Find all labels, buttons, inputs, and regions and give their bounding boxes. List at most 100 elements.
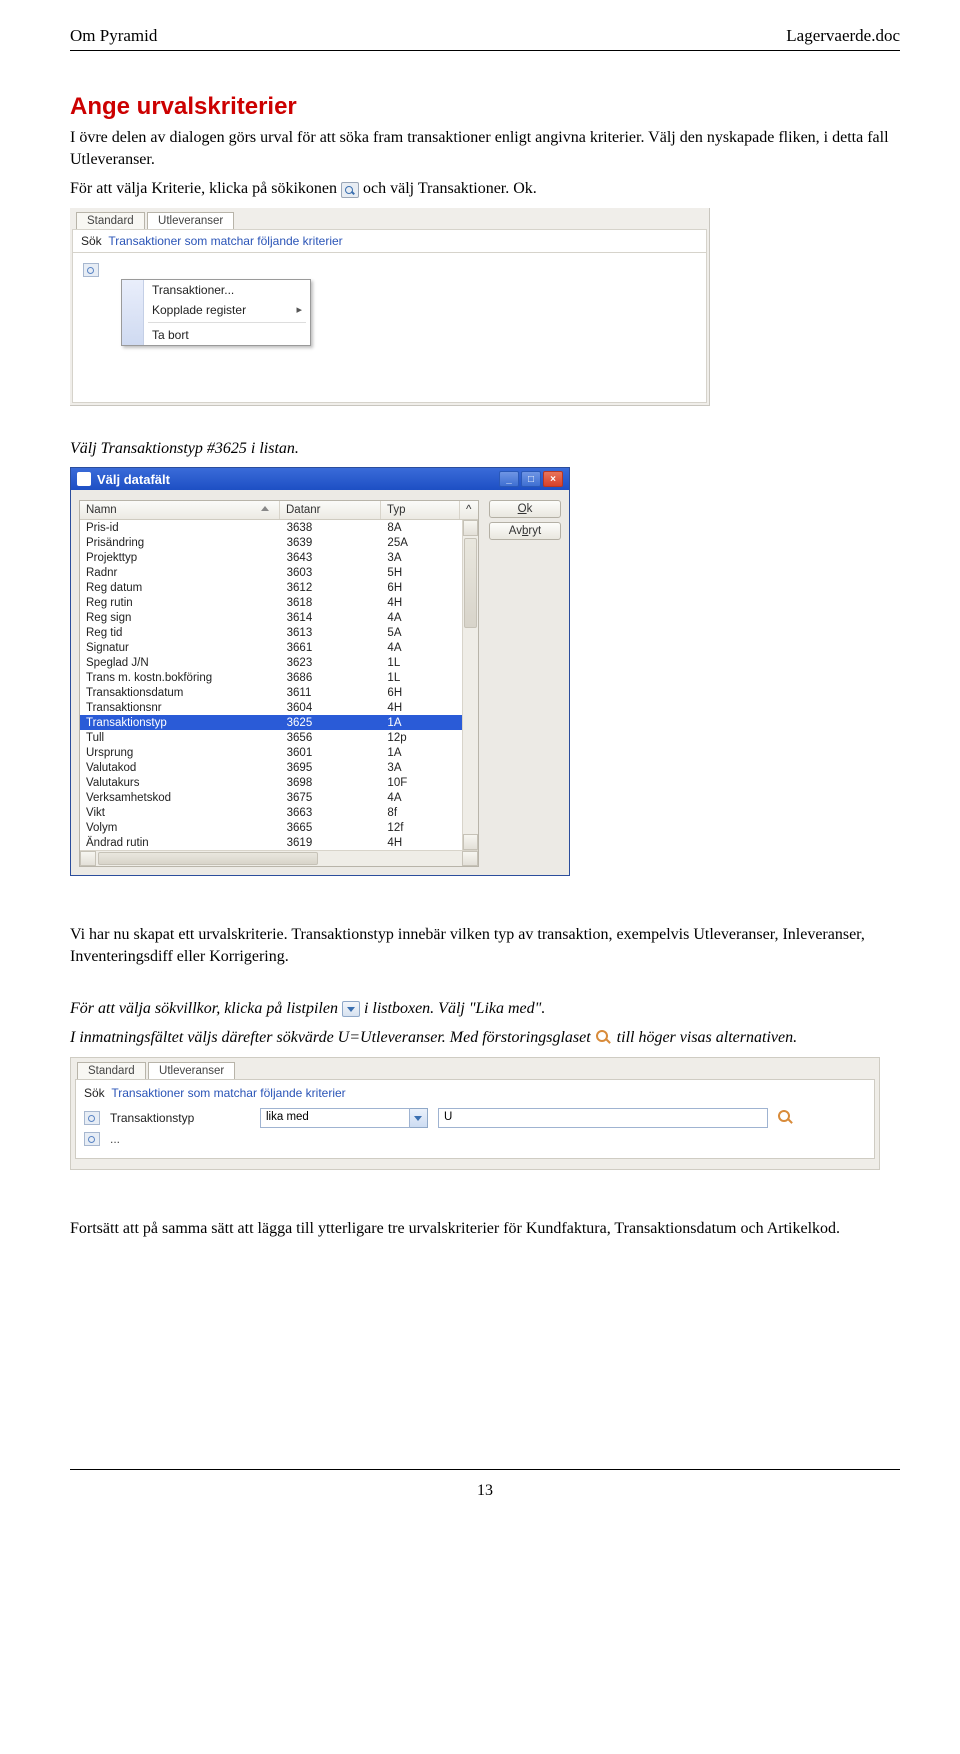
- cell-typ: 1A: [381, 745, 460, 760]
- scroll-down-button[interactable]: [463, 834, 478, 850]
- header-right: Lagervaerde.doc: [786, 26, 900, 46]
- list-row[interactable]: Valutakurs369810F: [80, 775, 478, 790]
- value-field[interactable]: U: [438, 1108, 768, 1128]
- cell-nr: 3639: [281, 535, 382, 550]
- cell-name: Pris-id: [80, 520, 281, 535]
- list-row[interactable]: Tull365612p: [80, 730, 478, 745]
- paragraph-created-criteria: Vi har nu skapat ett urvalskriterie. Tra…: [70, 924, 900, 967]
- caption-magnifier: I inmatningsfältet väljs därefter sökvär…: [70, 1027, 900, 1049]
- cell-typ: 12f: [381, 820, 460, 835]
- column-header-typ[interactable]: Typ: [381, 501, 460, 519]
- page-number: 13: [70, 1482, 900, 1500]
- cell-nr: 3661: [281, 640, 382, 655]
- criteria-row-icon[interactable]: [83, 263, 99, 277]
- operator-field[interactable]: lika med: [260, 1108, 410, 1128]
- tab-standard[interactable]: Standard: [76, 212, 145, 229]
- cell-name: Ändrad rutin: [80, 835, 281, 850]
- window-maximize-button[interactable]: □: [521, 471, 541, 487]
- window-close-button[interactable]: ×: [543, 471, 563, 487]
- cell-name: Transaktionstyp: [80, 715, 281, 730]
- cap3b-text: till höger visas alternativen.: [617, 1029, 797, 1046]
- list-row[interactable]: Volym366512f: [80, 820, 478, 835]
- vertical-scrollbar[interactable]: [462, 520, 478, 850]
- window-icon: [77, 472, 91, 486]
- cell-nr: 3625: [281, 715, 382, 730]
- criteria-search-icon-2[interactable]: [84, 1132, 100, 1146]
- search-bar-text: Transaktioner som matchar följande krite…: [108, 234, 342, 248]
- list-row[interactable]: Reg tid36135A: [80, 625, 478, 640]
- cell-typ: 3A: [381, 760, 460, 775]
- datafield-list: Namn Datanr Typ ^ Pris-id36388APrisändri…: [79, 500, 479, 867]
- list-row[interactable]: Reg rutin36184H: [80, 595, 478, 610]
- list-row[interactable]: Valutakod36953A: [80, 760, 478, 775]
- screenshot-criteria-panel: Standard Utleveranser Sök Transaktioner …: [70, 1057, 880, 1170]
- cell-name: Reg rutin: [80, 595, 281, 610]
- menu-item-ta-bort[interactable]: Ta bort: [122, 325, 310, 345]
- cell-name: Transaktionsnr: [80, 700, 281, 715]
- cell-typ: 5A: [381, 625, 460, 640]
- list-row[interactable]: Transaktionstyp36251A: [80, 715, 478, 730]
- operator-combo[interactable]: lika med: [260, 1108, 428, 1128]
- cell-typ: 4H: [381, 835, 460, 850]
- window-title: Välj datafält: [97, 472, 170, 487]
- operator-dropdown-arrow-icon[interactable]: [410, 1108, 428, 1128]
- list-row[interactable]: Ändrad rutin36194H: [80, 835, 478, 850]
- magnifier-icon: [595, 1029, 613, 1047]
- list-row[interactable]: Pris-id36388A: [80, 520, 478, 535]
- list-row[interactable]: Projekttyp36433A: [80, 550, 478, 565]
- cell-typ: 4A: [381, 790, 460, 805]
- scroll-right-button[interactable]: [462, 851, 478, 866]
- cell-nr: 3695: [281, 760, 382, 775]
- cell-nr: 3663: [281, 805, 382, 820]
- list-row[interactable]: Prisändring363925A: [80, 535, 478, 550]
- column-header-nr[interactable]: Datanr: [280, 501, 381, 519]
- horizontal-scrollbar[interactable]: [80, 850, 478, 866]
- window-minimize-button[interactable]: _: [499, 471, 519, 487]
- menu-item-kopplade-register[interactable]: Kopplade register: [122, 300, 310, 320]
- list-row[interactable]: Reg datum36126H: [80, 580, 478, 595]
- value-magnifier-icon[interactable]: [778, 1110, 794, 1126]
- column-header-name[interactable]: Namn: [80, 501, 280, 519]
- list-row[interactable]: Radnr36035H: [80, 565, 478, 580]
- cap3a-text: I inmatningsfältet väljs därefter sökvär…: [70, 1029, 595, 1046]
- sort-indicator-icon: [261, 506, 269, 511]
- list-row[interactable]: Vikt36638f: [80, 805, 478, 820]
- cell-name: Ursprung: [80, 745, 281, 760]
- window-titlebar: Välj datafält _ □ ×: [71, 468, 569, 490]
- search-icon: [341, 182, 359, 198]
- intro-paragraph-1: I övre delen av dialogen görs urval för …: [70, 127, 900, 170]
- tab-utleveranser-2[interactable]: Utleveranser: [148, 1062, 235, 1079]
- menu-item-transaktioner[interactable]: Transaktioner...: [122, 280, 310, 300]
- cell-nr: 3618: [281, 595, 382, 610]
- scroll-up-button[interactable]: [463, 520, 478, 536]
- cell-nr: 3613: [281, 625, 382, 640]
- ok-button[interactable]: Ok: [489, 500, 561, 518]
- cell-typ: 1A: [381, 715, 460, 730]
- tab-utleveranser[interactable]: Utleveranser: [147, 212, 234, 229]
- hscroll-thumb[interactable]: [98, 852, 318, 865]
- cancel-button[interactable]: Avbryt: [489, 522, 561, 540]
- list-row[interactable]: Verksamhetskod36754A: [80, 790, 478, 805]
- search-label-2: Sök: [84, 1086, 105, 1100]
- scroll-left-button[interactable]: [80, 851, 96, 866]
- dropdown-arrow-icon: [342, 1001, 360, 1017]
- para2b-text: och välj Transaktioner. Ok.: [363, 180, 537, 197]
- cell-nr: 3614: [281, 610, 382, 625]
- list-row[interactable]: Ursprung36011A: [80, 745, 478, 760]
- cell-typ: 12p: [381, 730, 460, 745]
- cell-typ: 6H: [381, 580, 460, 595]
- criteria-search-icon[interactable]: [84, 1111, 100, 1125]
- list-row[interactable]: Speglad J/N36231L: [80, 655, 478, 670]
- cell-typ: 1L: [381, 655, 460, 670]
- list-row[interactable]: Transaktionsdatum36116H: [80, 685, 478, 700]
- list-row[interactable]: Signatur36614A: [80, 640, 478, 655]
- header-left: Om Pyramid: [70, 26, 157, 46]
- cell-name: Speglad J/N: [80, 655, 281, 670]
- cell-name: Reg tid: [80, 625, 281, 640]
- list-row[interactable]: Trans m. kostn.bokföring36861L: [80, 670, 478, 685]
- scroll-thumb[interactable]: [464, 538, 477, 628]
- list-row[interactable]: Reg sign36144A: [80, 610, 478, 625]
- cell-name: Volym: [80, 820, 281, 835]
- tab-standard-2[interactable]: Standard: [77, 1062, 146, 1079]
- list-row[interactable]: Transaktionsnr36044H: [80, 700, 478, 715]
